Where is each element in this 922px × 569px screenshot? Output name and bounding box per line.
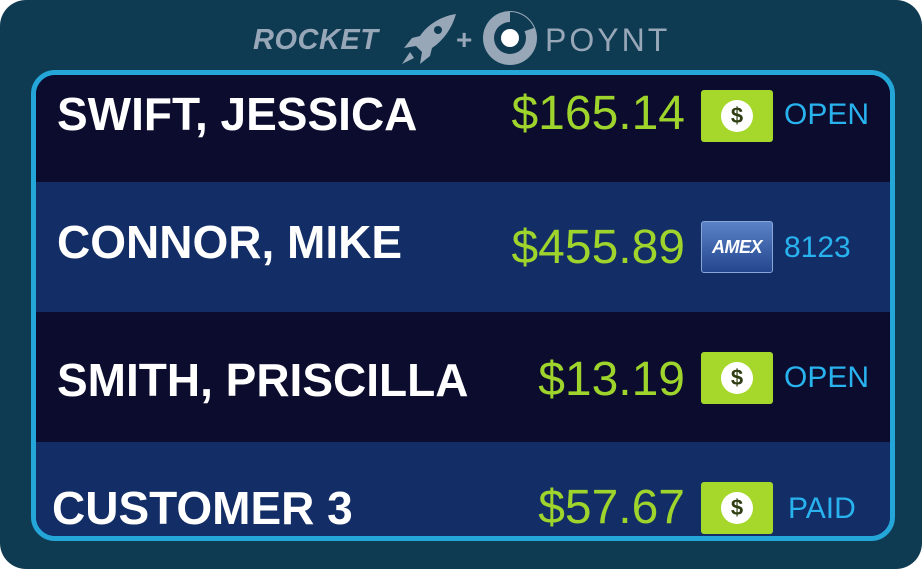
customer-name: CONNOR, MIKE (57, 216, 402, 268)
status-badge: PAID (788, 492, 856, 525)
card-last-four: 8123 (784, 231, 851, 264)
device-frame: ROCKET + POYNT SWIFT, JESSICA $165.14 $ … (0, 0, 922, 569)
list-item[interactable]: CUSTOMER 3 $57.67 $ PAID (36, 442, 890, 536)
plus-sign: + (456, 24, 473, 55)
amount: $57.67 (538, 481, 685, 534)
cash-icon: $ (701, 482, 773, 534)
list-item[interactable]: CONNOR, MIKE $455.89 AMEX 8123 (36, 182, 890, 312)
amount: $13.19 (538, 353, 685, 406)
customer-name: SWIFT, JESSICA (57, 88, 418, 140)
amex-card-icon: AMEX (701, 221, 773, 273)
rocket-logo-text: ROCKET (253, 24, 379, 56)
poynt-ring-icon (483, 11, 537, 65)
status-badge: OPEN (784, 98, 870, 131)
cash-icon: $ (701, 90, 773, 142)
amount: $455.89 (511, 221, 685, 274)
card-brand: AMEX (711, 237, 763, 257)
transaction-list: SWIFT, JESSICA $165.14 $ OPEN CONNOR, MI… (31, 70, 895, 541)
customer-name: CUSTOMER 3 (52, 482, 353, 534)
list-item[interactable]: SMITH, PRISCILLA $13.19 $ OPEN (36, 312, 890, 442)
customer-name: SMITH, PRISCILLA (57, 354, 469, 406)
cash-icon: $ (701, 352, 773, 404)
poynt-logo-text: POYNT (545, 22, 671, 58)
list-item[interactable]: SWIFT, JESSICA $165.14 $ OPEN (36, 75, 890, 182)
header-logos: ROCKET + POYNT (0, 0, 922, 72)
rocket-icon (402, 14, 456, 64)
amount: $165.14 (511, 87, 685, 140)
status-badge: OPEN (784, 361, 870, 394)
